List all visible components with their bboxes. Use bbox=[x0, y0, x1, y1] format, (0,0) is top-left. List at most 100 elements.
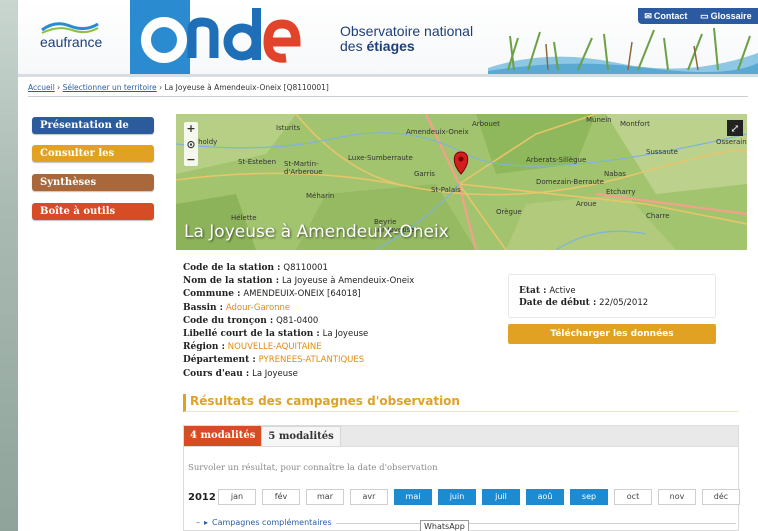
field-label: Nom de la station : bbox=[183, 276, 280, 287]
departement-link[interactable]: PYRENEES-ATLANTIQUES bbox=[259, 355, 365, 365]
sidebar-item-consulter[interactable]: Consulter les données bbox=[32, 145, 154, 176]
field-label: Région : bbox=[183, 342, 225, 353]
month-sep[interactable]: sep bbox=[570, 489, 608, 505]
month-jan[interactable]: jan bbox=[218, 489, 256, 505]
envelope-icon: ✉ bbox=[644, 10, 652, 21]
sidebar-item-boite-a-outils[interactable]: Boîte à outils bbox=[32, 203, 154, 220]
svg-text:Arbouet: Arbouet bbox=[472, 120, 500, 128]
month-nov[interactable]: nov bbox=[658, 489, 696, 505]
field-label: Commune : bbox=[183, 289, 241, 300]
etat-value: Active bbox=[549, 286, 576, 296]
glossaire-link[interactable]: ▭ Glossaire bbox=[700, 11, 752, 22]
field-label: Code de la station : bbox=[183, 263, 281, 273]
map-zoom-control: + ⊙ − bbox=[184, 122, 198, 166]
etat-row: Etat : Active bbox=[519, 285, 705, 297]
svg-text:Isturits: Isturits bbox=[276, 124, 300, 132]
svg-text:Domezain-Berraute: Domezain-Berraute bbox=[536, 178, 604, 186]
field-value: La Joyeuse bbox=[252, 368, 298, 379]
sidebar-item-presentation[interactable]: Présentation de Onde bbox=[32, 117, 154, 148]
onde-logo-graphic bbox=[130, 0, 301, 74]
divider-line bbox=[335, 522, 736, 524]
station-map[interactable]: St-Esteben Iholdy Isturits St-Martin- d'… bbox=[176, 114, 747, 250]
contact-link-label: Contact bbox=[653, 11, 688, 21]
month-aug[interactable]: aoû bbox=[526, 489, 564, 505]
svg-text:Munein: Munein bbox=[586, 116, 612, 124]
svg-text:Osserain: Osserain bbox=[716, 138, 747, 146]
map-station-title: La Joyeuse à Amendeuix-Oneix bbox=[184, 222, 449, 242]
download-data-button[interactable]: Télécharger les données bbox=[508, 324, 716, 344]
station-info: Code de la station : Q8110001 Nom de la … bbox=[183, 262, 513, 381]
top-links-bar: ✉ Contact ▭ Glossaire bbox=[638, 8, 758, 24]
breadcrumb: Accueil › Sélectionner un territoire › L… bbox=[28, 83, 748, 97]
field-value: Q8110001 bbox=[283, 263, 328, 273]
field-code-station: Code de la station : Q8110001 bbox=[183, 262, 513, 275]
month-feb[interactable]: fév bbox=[262, 489, 300, 505]
field-value: Q81-0400 bbox=[276, 315, 319, 326]
month-mar[interactable]: mar bbox=[306, 489, 344, 505]
field-cours-eau: Cours d'eau : La Joyeuse bbox=[183, 368, 513, 381]
month-jun[interactable]: juin bbox=[438, 489, 476, 505]
svg-text:Amendeuix-Oneix: Amendeuix-Oneix bbox=[406, 128, 469, 136]
field-label: Libellé court de la station : bbox=[183, 329, 320, 340]
field-nom-station: Nom de la station : La Joyeuse à Amendeu… bbox=[183, 275, 513, 288]
map-zoom-out-button[interactable]: − bbox=[186, 153, 195, 166]
breadcrumb-selectionner-territoire[interactable]: Sélectionner un territoire bbox=[63, 83, 157, 92]
header-divider bbox=[18, 74, 758, 77]
svg-text:St-Esteben: St-Esteben bbox=[238, 158, 276, 166]
month-apr[interactable]: avr bbox=[350, 489, 388, 505]
map-zoom-in-button[interactable]: + bbox=[186, 122, 195, 135]
svg-text:Hélette: Hélette bbox=[231, 214, 257, 222]
breadcrumb-accueil[interactable]: Accueil bbox=[28, 83, 55, 92]
tab-4-modalites[interactable]: 4 modalités bbox=[184, 426, 262, 446]
map-locate-icon[interactable]: ⊙ bbox=[186, 138, 195, 151]
etat-label: Etat : bbox=[519, 286, 547, 296]
month-dec[interactable]: déc bbox=[702, 489, 740, 505]
field-bassin: Bassin : Adour-Garonne bbox=[183, 302, 513, 315]
results-hint: Survoler un résultat, pour connaître la … bbox=[188, 463, 438, 473]
svg-text:St-Palais: St-Palais bbox=[431, 186, 461, 194]
station-status-box: Etat : Active Date de début : 22/05/2012 bbox=[508, 274, 716, 318]
page: eaufrance Observatoire national des étia… bbox=[18, 0, 758, 531]
collapse-dash-icon: – bbox=[196, 518, 200, 527]
svg-text:Luxe-Sumberraute: Luxe-Sumberraute bbox=[348, 154, 413, 162]
svg-text:St-Martin-: St-Martin- bbox=[284, 160, 319, 168]
month-jul[interactable]: juil bbox=[482, 489, 520, 505]
site-header: eaufrance Observatoire national des étia… bbox=[18, 0, 758, 74]
svg-text:Sussaute: Sussaute bbox=[646, 148, 678, 156]
field-code-troncon: Code du tronçon : Q81-0400 bbox=[183, 315, 513, 328]
site-title: Observatoire national des étiages bbox=[340, 24, 473, 54]
svg-text:Montfort: Montfort bbox=[620, 120, 650, 128]
region-link[interactable]: NOUVELLE-AQUITAINE bbox=[228, 342, 322, 352]
breadcrumb-separator: › bbox=[159, 83, 163, 92]
glossaire-link-label: Glossaire bbox=[710, 11, 752, 21]
svg-text:Etcharry: Etcharry bbox=[606, 188, 636, 196]
svg-text:Nabas: Nabas bbox=[604, 170, 626, 178]
year-label: 2012 bbox=[188, 491, 216, 503]
eaufrance-logo[interactable]: eaufrance bbox=[40, 34, 102, 50]
svg-text:d'Arberoue: d'Arberoue bbox=[284, 168, 323, 176]
svg-text:Orègue: Orègue bbox=[496, 208, 522, 216]
month-may[interactable]: mai bbox=[394, 489, 432, 505]
chevron-right-icon: ▸ bbox=[204, 518, 209, 527]
fullscreen-icon[interactable]: ⤢ bbox=[727, 120, 743, 136]
results-tabbar: 4 modalités 5 modalités bbox=[184, 426, 738, 447]
results-section-title: Résultats des campagnes d'observation bbox=[183, 394, 739, 412]
breadcrumb-separator: › bbox=[57, 83, 61, 92]
speech-bubble-icon: ▭ bbox=[700, 10, 709, 21]
onde-logo[interactable] bbox=[130, 0, 310, 74]
contact-link[interactable]: ✉ Contact bbox=[644, 11, 687, 22]
site-title-bold: étiages bbox=[366, 38, 415, 54]
svg-text:Aroue: Aroue bbox=[576, 200, 597, 208]
sidebar-item-syntheses[interactable]: Synthèses bbox=[32, 174, 154, 191]
date-debut-label: Date de début : bbox=[519, 298, 597, 308]
month-oct[interactable]: oct bbox=[614, 489, 652, 505]
bassin-link[interactable]: Adour-Garonne bbox=[226, 303, 290, 313]
field-libelle-court: Libellé court de la station : La Joyeuse bbox=[183, 328, 513, 341]
eaufrance-wave-logo bbox=[41, 22, 99, 34]
field-label: Cours d'eau : bbox=[183, 368, 250, 379]
field-value: La Joyeuse bbox=[322, 329, 369, 340]
tab-5-modalites[interactable]: 5 modalités bbox=[261, 426, 341, 446]
campagnes-complementaires-label[interactable]: Campagnes complémentaires bbox=[212, 518, 332, 527]
svg-text:Garris: Garris bbox=[414, 170, 435, 178]
svg-text:Arberats-Sillègue: Arberats-Sillègue bbox=[526, 156, 586, 164]
